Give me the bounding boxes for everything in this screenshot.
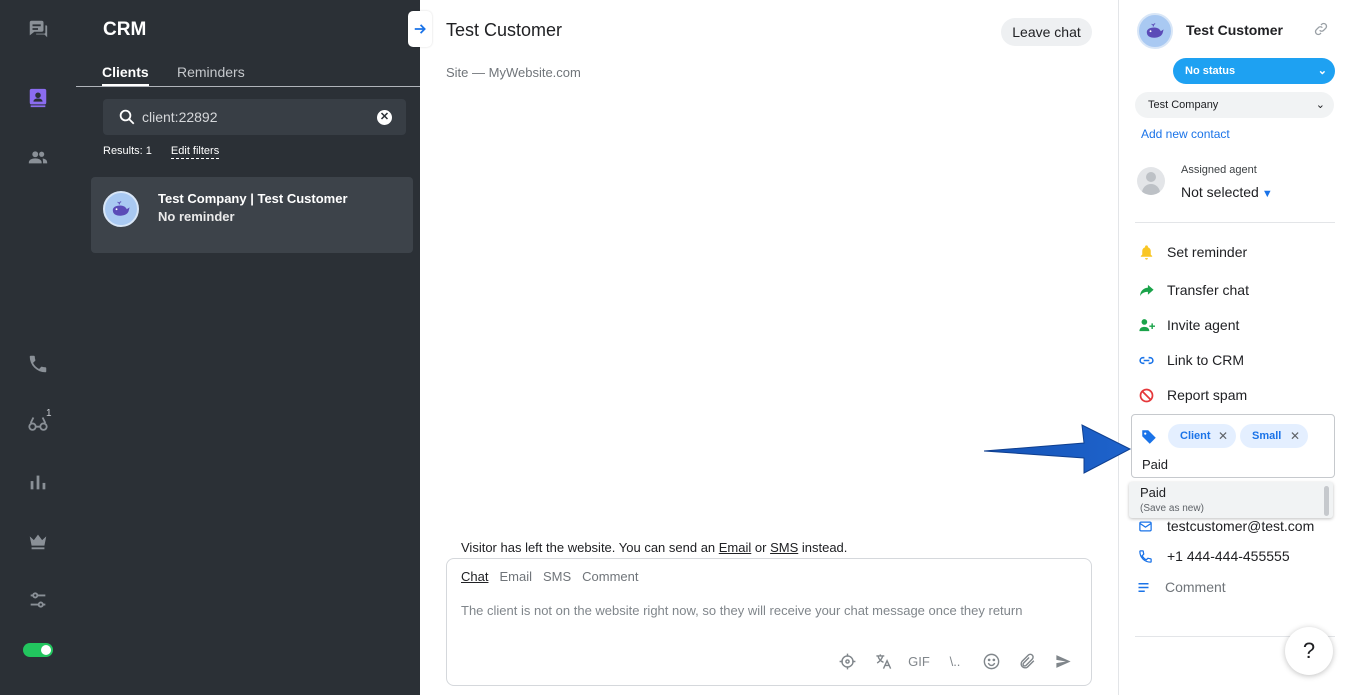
translate-icon[interactable] [873, 651, 893, 671]
sms-link[interactable]: SMS [770, 540, 798, 555]
client-card-reminder: No reminder [158, 209, 235, 224]
attach-icon[interactable] [1017, 651, 1037, 671]
emoji-icon[interactable] [981, 651, 1001, 671]
gif-icon[interactable]: GIF [908, 651, 930, 671]
edit-filters-link[interactable]: Edit filters [170, 145, 220, 159]
assigned-agent-select[interactable]: Not selected ▼ [1181, 184, 1273, 200]
whale-avatar [103, 191, 139, 227]
invite-agent-icon [1137, 316, 1155, 334]
contacts-icon[interactable] [24, 143, 52, 171]
tag-suggestion-dropdown[interactable]: Paid (Save as new) [1129, 482, 1333, 518]
leave-chat-button[interactable]: Leave chat [1001, 18, 1092, 46]
set-reminder-action[interactable]: Set reminder [1137, 242, 1247, 262]
divider [1135, 222, 1335, 223]
online-status-toggle[interactable] [23, 643, 53, 657]
chats-icon[interactable] [24, 15, 52, 43]
nav-rail: 1 [0, 0, 76, 695]
results-bar: Results: 1 Edit filters [103, 145, 220, 159]
composer-toolbar: GIF \.. [837, 651, 1073, 671]
transfer-chat-action[interactable]: Transfer chat [1137, 280, 1249, 300]
customer-email[interactable]: testcustomer@test.com [1137, 516, 1314, 536]
search-input[interactable]: client:22892 [142, 109, 218, 125]
tags-field[interactable]: Client ✕ Small ✕ Paid [1131, 414, 1335, 478]
assigned-agent-label: Assigned agent [1181, 164, 1257, 176]
tag-suggestion-value[interactable]: Paid [1140, 485, 1166, 500]
remove-tag-icon[interactable]: ✕ [1218, 424, 1228, 448]
chevron-down-icon: ⌄ [1315, 99, 1325, 111]
message-input[interactable]: The client is not on the website right n… [461, 603, 1022, 618]
app-window: 1 CRM Clients Reminders client:22892 ✕ R… [0, 0, 1361, 695]
link-icon [1137, 351, 1155, 369]
crm-icon[interactable] [24, 84, 52, 112]
help-button[interactable]: ? [1285, 627, 1333, 675]
chat-area: Test Customer Leave chat Site — MyWebsit… [408, 0, 1118, 695]
spam-icon [1137, 386, 1155, 404]
visitors-badge: 1 [46, 408, 52, 419]
tab-reminders[interactable]: Reminders [177, 64, 245, 80]
shortcuts-icon[interactable]: \.. [945, 651, 965, 671]
copy-link-icon[interactable] [1313, 21, 1329, 37]
comment-lines-icon [1135, 579, 1151, 595]
tab-email[interactable]: Email [499, 569, 532, 584]
chevron-down-icon: ▼ [1261, 188, 1273, 200]
tag-chip-small[interactable]: Small ✕ [1240, 424, 1308, 448]
customer-phone[interactable]: +1 444-444-455555 [1137, 546, 1290, 566]
client-card[interactable]: Test Company | Test Customer No reminder [91, 177, 413, 253]
tag-suggestion-hint: (Save as new) [1140, 503, 1204, 514]
tab-chat[interactable]: Chat [461, 569, 488, 584]
email-link[interactable]: Email [719, 540, 752, 555]
tab-clients[interactable]: Clients [102, 64, 149, 86]
visitor-left-note: Visitor has left the website. You can se… [461, 540, 848, 555]
annotation-arrow [984, 424, 1132, 474]
clear-search-icon[interactable]: ✕ [377, 110, 392, 125]
add-contact-link[interactable]: Add new contact [1141, 127, 1230, 141]
transfer-icon [1137, 281, 1155, 299]
tag-chip-client[interactable]: Client ✕ [1168, 424, 1236, 448]
invite-agent-action[interactable]: Invite agent [1137, 315, 1239, 335]
crm-tabs: Clients Reminders [76, 62, 420, 87]
send-icon[interactable] [1053, 651, 1073, 671]
composer-tabs: Chat Email SMS Comment [461, 569, 639, 584]
customer-name: Test Customer [1186, 22, 1283, 38]
target-icon[interactable] [837, 651, 857, 671]
crown-icon[interactable] [24, 527, 52, 555]
chevron-down-icon: ⌄ [1317, 65, 1327, 77]
collapse-panel-icon[interactable] [408, 11, 432, 47]
results-count: Results: 1 [103, 145, 152, 157]
crm-title: CRM [103, 19, 147, 40]
site-label: Site — MyWebsite.com [446, 65, 581, 80]
crm-panel: CRM Clients Reminders client:22892 ✕ Res… [76, 0, 420, 695]
report-spam-action[interactable]: Report spam [1137, 385, 1247, 405]
customer-comment[interactable]: Comment [1135, 577, 1226, 597]
remove-tag-icon[interactable]: ✕ [1290, 424, 1300, 448]
analytics-icon[interactable] [24, 468, 52, 496]
client-search[interactable]: client:22892 ✕ [103, 99, 406, 135]
link-crm-action[interactable]: Link to CRM [1137, 350, 1244, 370]
agent-avatar [1137, 167, 1165, 195]
tab-comment[interactable]: Comment [582, 569, 638, 584]
phone-icon [1137, 548, 1153, 564]
tab-sms[interactable]: SMS [543, 569, 571, 584]
customer-sidebar: Test Customer No status ⌄ Test Company ⌄… [1118, 0, 1361, 695]
tag-icon [1140, 428, 1158, 446]
settings-sliders-icon[interactable] [24, 586, 52, 614]
company-select[interactable]: Test Company ⌄ [1135, 92, 1334, 118]
search-icon [118, 108, 136, 126]
chat-title: Test Customer [446, 20, 563, 40]
bell-icon [1137, 243, 1155, 261]
mail-icon [1137, 518, 1153, 534]
client-card-name: Test Company | Test Customer [158, 191, 348, 206]
scrollbar[interactable] [1324, 486, 1329, 516]
status-select[interactable]: No status ⌄ [1173, 58, 1335, 84]
phone-icon[interactable] [24, 350, 52, 378]
tag-input[interactable]: Paid [1142, 457, 1168, 472]
customer-avatar [1137, 13, 1173, 49]
message-composer[interactable]: Chat Email SMS Comment The client is not… [446, 558, 1092, 686]
